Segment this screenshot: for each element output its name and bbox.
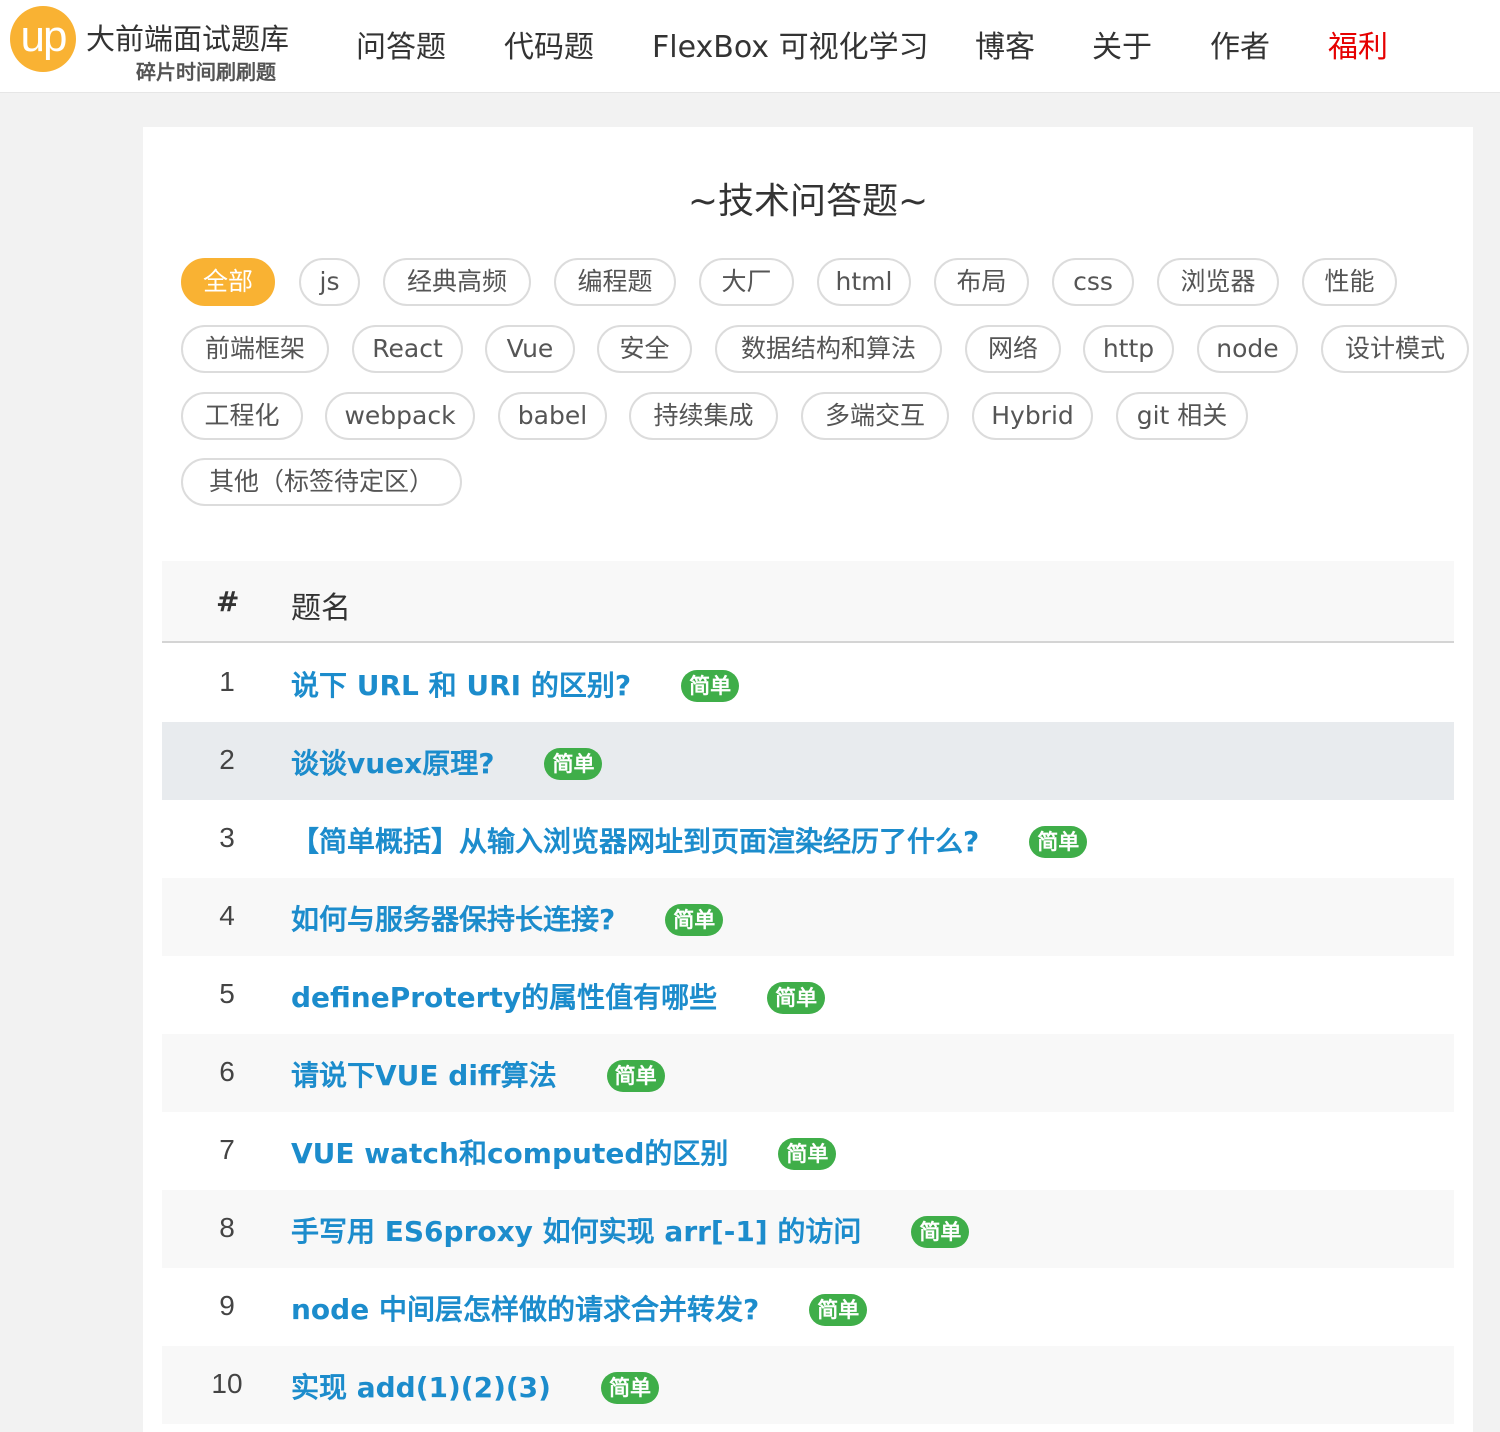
tag-security[interactable]: 安全 — [597, 325, 692, 373]
tag-browser[interactable]: 浏览器 — [1157, 258, 1279, 306]
question-link[interactable]: 实现 add(1)(2)(3) 简单 — [291, 1366, 659, 1406]
nav-about[interactable]: 关于 — [1092, 22, 1152, 66]
tag-babel[interactable]: babel — [498, 392, 607, 440]
difficulty-badge: 简单 — [544, 748, 603, 780]
tag-programming[interactable]: 编程题 — [554, 258, 676, 306]
tag-react[interactable]: React — [352, 325, 463, 373]
tag-bigcompany[interactable]: 大厂 — [699, 258, 794, 306]
table-row[interactable]: 3 【简单概括】从输入浏览器网址到页面渲染经历了什么? 简单 — [162, 800, 1454, 878]
column-header-title: 题名 — [291, 591, 351, 626]
question-link[interactable]: 如何与服务器保持长连接? 简单 — [291, 898, 724, 938]
question-link[interactable]: node 中间层怎样做的请求合并转发? 简单 — [291, 1288, 868, 1328]
tag-data-structures[interactable]: 数据结构和算法 — [715, 325, 942, 373]
difficulty-badge: 简单 — [681, 670, 740, 702]
row-number: 10 — [211, 1368, 243, 1399]
nav-flexbox[interactable]: FlexBox 可视化学习 — [652, 22, 929, 66]
row-number: 6 — [219, 1056, 235, 1087]
tag-webpack[interactable]: webpack — [325, 392, 475, 440]
nav-author[interactable]: 作者 — [1210, 22, 1270, 66]
difficulty-badge: 简单 — [600, 1372, 659, 1404]
difficulty-badge: 简单 — [1029, 826, 1088, 858]
tag-network[interactable]: 网络 — [965, 325, 1061, 373]
difficulty-badge: 简单 — [911, 1216, 970, 1248]
question-link[interactable]: 手写用 ES6proxy 如何实现 arr[-1] 的访问 简单 — [291, 1210, 970, 1250]
row-number: 9 — [219, 1290, 235, 1321]
row-number: 7 — [219, 1134, 235, 1165]
tag-css[interactable]: css — [1052, 258, 1134, 306]
tag-hybrid[interactable]: Hybrid — [972, 392, 1093, 440]
difficulty-badge: 简单 — [767, 982, 826, 1014]
question-link[interactable]: 说下 URL 和 URI 的区别? 简单 — [291, 664, 740, 704]
question-link[interactable]: defineProterty的属性值有哪些 简单 — [291, 976, 826, 1016]
difficulty-badge: 简单 — [665, 904, 724, 936]
table-row[interactable]: 9 node 中间层怎样做的请求合并转发? 简单 — [162, 1268, 1454, 1346]
site-slogan: 碎片时间刷刷题 — [136, 60, 276, 84]
row-number: 5 — [219, 978, 235, 1009]
difficulty-badge: 简单 — [606, 1060, 665, 1092]
main-panel: ~技术问答题~ 全部 js 经典高频 编程题 大厂 html 布局 css 浏览… — [143, 127, 1473, 1432]
row-number: 4 — [219, 900, 235, 931]
table-row[interactable]: 6 请说下VUE diff算法 简单 — [162, 1034, 1454, 1112]
question-list: 1 说下 URL 和 URI 的区别? 简单 2 谈谈vuex原理? 简单 3 【简… — [162, 644, 1454, 1424]
tag-layout[interactable]: 布局 — [934, 258, 1029, 306]
row-number: 2 — [219, 744, 235, 775]
difficulty-badge: 简单 — [809, 1294, 868, 1326]
tag-ci[interactable]: 持续集成 — [629, 392, 778, 440]
tag-multi-platform[interactable]: 多端交互 — [801, 392, 949, 440]
tag-other[interactable]: 其他（标签待定区） — [181, 458, 462, 506]
nav-code[interactable]: 代码题 — [504, 22, 594, 66]
tag-all[interactable]: 全部 — [181, 258, 275, 306]
tag-frontend-framework[interactable]: 前端框架 — [181, 325, 329, 373]
question-link[interactable]: 谈谈vuex原理? 简单 — [291, 742, 603, 782]
difficulty-badge: 简单 — [778, 1138, 837, 1170]
tag-html[interactable]: html — [817, 258, 911, 306]
nav-qa[interactable]: 问答题 — [356, 22, 446, 66]
site-logo[interactable]: up — [10, 6, 76, 72]
nav-welfare[interactable]: 福利 — [1328, 22, 1388, 66]
tag-design-patterns[interactable]: 设计模式 — [1321, 325, 1469, 373]
row-number: 8 — [219, 1212, 235, 1243]
page-title: ~技术问答题~ — [687, 181, 929, 222]
question-link[interactable]: 请说下VUE diff算法 简单 — [291, 1054, 665, 1094]
table-row[interactable]: 5 defineProterty的属性值有哪些 简单 — [162, 956, 1454, 1034]
tag-git[interactable]: git 相关 — [1116, 392, 1248, 440]
row-number: 1 — [219, 666, 235, 697]
table-row[interactable]: 2 谈谈vuex原理? 简单 — [162, 722, 1454, 800]
tag-vue[interactable]: Vue — [485, 325, 575, 373]
row-number: 3 — [219, 822, 235, 853]
top-header: up 大前端面试题库 碎片时间刷刷题 问答题 代码题 FlexBox 可视化学习… — [0, 0, 1500, 93]
question-link[interactable]: VUE watch和computed的区别 简单 — [291, 1132, 837, 1172]
table-row[interactable]: 10 实现 add(1)(2)(3) 简单 — [162, 1346, 1454, 1424]
site-name[interactable]: 大前端面试题库 — [86, 16, 289, 58]
tag-node[interactable]: node — [1197, 325, 1298, 373]
table-row[interactable]: 7 VUE watch和computed的区别 简单 — [162, 1112, 1454, 1190]
table-row[interactable]: 8 手写用 ES6proxy 如何实现 arr[-1] 的访问 简单 — [162, 1190, 1454, 1268]
question-link[interactable]: 【简单概括】从输入浏览器网址到页面渲染经历了什么? 简单 — [291, 820, 1088, 860]
table-row[interactable]: 1 说下 URL 和 URI 的区别? 简单 — [162, 644, 1454, 722]
table-row[interactable]: 4 如何与服务器保持长连接? 简单 — [162, 878, 1454, 956]
table-header: # 题名 — [162, 561, 1454, 643]
tag-performance[interactable]: 性能 — [1302, 258, 1397, 306]
tag-engineering[interactable]: 工程化 — [181, 392, 303, 440]
column-header-number: # — [216, 585, 240, 618]
tag-js[interactable]: js — [299, 258, 360, 306]
nav-blog[interactable]: 博客 — [975, 22, 1035, 66]
tag-http[interactable]: http — [1083, 325, 1174, 373]
tag-classic[interactable]: 经典高频 — [383, 258, 531, 306]
